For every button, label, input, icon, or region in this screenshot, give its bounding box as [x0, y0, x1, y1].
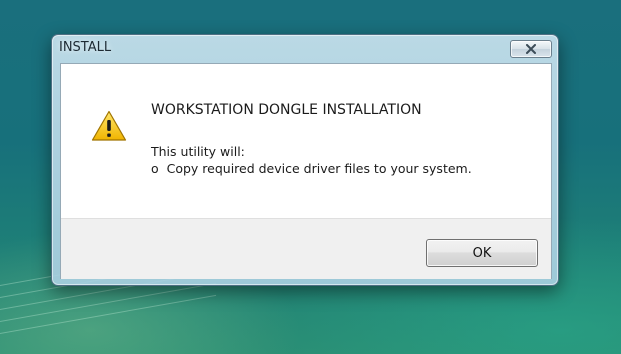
title-bar[interactable]: INSTALL [52, 35, 558, 61]
message-intro: This utility will: [151, 144, 245, 159]
message-body: This utility will: o Copy required devic… [151, 143, 472, 177]
warning-icon [91, 110, 127, 146]
dialog-title: INSTALL [59, 40, 112, 55]
button-bar: OK [61, 218, 551, 279]
message-heading: WORKSTATION DONGLE INSTALLATION [151, 102, 422, 118]
install-dialog: INSTALL WORKSTATION DONGLE INSTALLATION … [51, 34, 559, 286]
dialog-client-area: WORKSTATION DONGLE INSTALLATION This uti… [60, 63, 552, 279]
message-bullet: o Copy required device driver files to y… [151, 161, 472, 176]
close-icon [525, 44, 537, 54]
close-button[interactable] [510, 40, 552, 58]
ok-button[interactable]: OK [426, 239, 538, 267]
message-area: WORKSTATION DONGLE INSTALLATION This uti… [61, 64, 551, 218]
